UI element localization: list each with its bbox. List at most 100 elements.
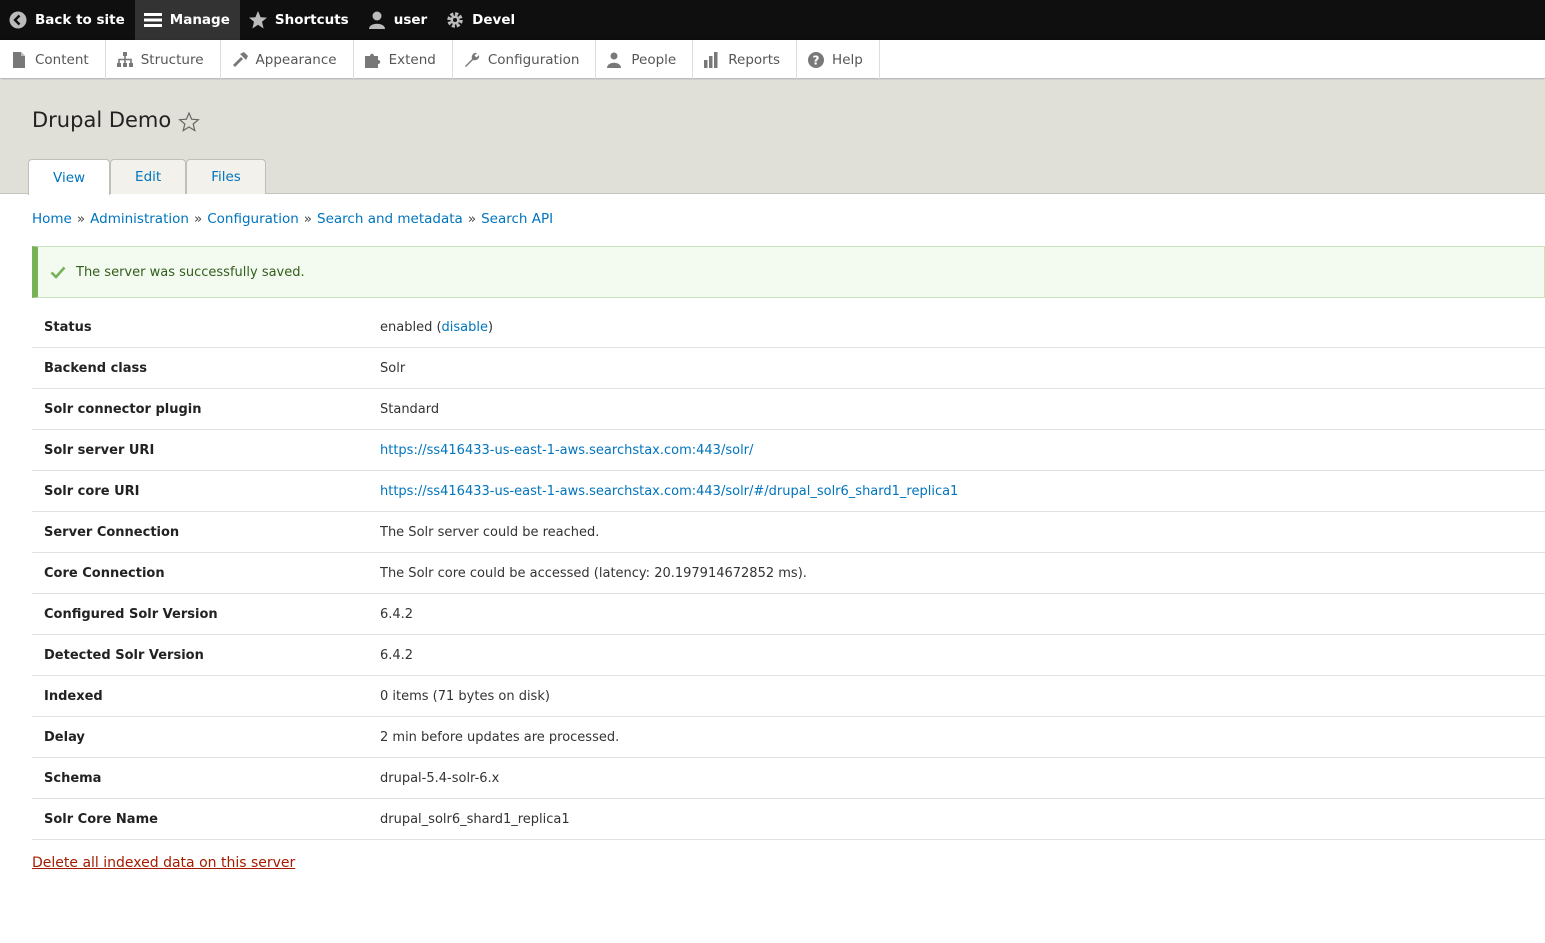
row-label: Detected Solr Version [44,647,204,663]
breadcrumb-home[interactable]: Home [32,211,72,227]
row-label: Schema [44,770,102,786]
table-row: Solr server URI https://ss416433-us-east… [32,430,1545,471]
row-value: Solr [380,360,406,376]
tab-edit[interactable]: Edit [110,159,187,194]
row-label: Solr server URI [44,442,155,458]
row-label: Backend class [44,360,147,376]
tray-item-reports[interactable]: Reports [693,40,798,79]
status-message-text: The server was successfully saved. [76,264,305,280]
toolbar-devel[interactable]: Devel [437,0,525,40]
tray-item-label: Extend [388,51,436,68]
row-label: Core Connection [44,565,165,581]
row-value: https://ss416433-us-east-1-aws.searchsta… [380,484,958,499]
toolbar-label: Back to site [35,12,125,28]
bar-chart-icon [703,51,721,69]
disable-link[interactable]: disable [442,320,488,335]
page-title: Drupal Demo [32,108,172,132]
breadcrumb-separator: » [76,211,86,227]
tray-item-label: Structure [140,51,204,68]
table-row: Solr connector plugin Standard [32,389,1545,430]
row-label: Delay [44,729,85,745]
row-value: The Solr server could be reached. [380,524,600,540]
table-row: Backend class Solr [32,348,1545,389]
svg-text:?: ? [813,53,820,67]
table-row: Schema drupal-5.4-solr-6.x [32,758,1545,799]
tray-item-extend[interactable]: Extend [354,40,453,79]
row-value: 6.4.2 [380,606,414,622]
table-row: Solr Core Name drupal_solr6_shard1_repli… [32,799,1545,840]
primary-tabs: View Edit Files [28,159,266,195]
tray-item-people[interactable]: People [596,40,694,79]
toolbar-user[interactable]: user [359,0,437,40]
question-icon: ? [807,51,825,69]
table-row: Status enabled (disable) [32,307,1545,348]
tab-files[interactable]: Files [186,159,266,194]
row-value: enabled (disable) [380,320,493,335]
table-row: Detected Solr Version 6.4.2 [32,635,1545,676]
row-value: Standard [380,401,440,417]
breadcrumb-search-api[interactable]: Search API [481,211,553,227]
document-icon [10,51,28,69]
star-icon [248,10,268,30]
puzzle-icon [364,51,382,69]
tray-item-label: Help [832,51,863,68]
toolbar-label: Devel [472,12,516,28]
paren-close: ) [488,319,494,335]
delete-all-indexed-data-link[interactable]: Delete all indexed data on this server [32,855,295,871]
tray-item-content[interactable]: Content [0,40,106,79]
person-icon [367,10,387,30]
sitemap-icon [116,51,134,69]
tray-item-label: Reports [728,51,781,68]
admin-toolbar: Back to site Manage Shortcuts user Devel [0,0,1545,40]
tray-item-configuration[interactable]: Configuration [453,40,597,79]
toolbar-back-to-site[interactable]: Back to site [0,0,135,40]
row-value: 6.4.2 [380,647,414,663]
solr-server-uri-link[interactable]: https://ss416433-us-east-1-aws.searchsta… [380,443,753,458]
row-label: Indexed [44,688,103,704]
breadcrumb: Home» Administration» Configuration» Search… [32,211,553,227]
table-row: Indexed 0 items (71 bytes on disk) [32,676,1545,717]
row-label: Solr Core Name [44,811,158,827]
tray-item-label: People [631,51,677,68]
shortcut-star-icon[interactable] [178,111,200,133]
tray-item-help[interactable]: ? Help [797,40,880,79]
breadcrumb-separator: » [467,211,477,227]
toolbar-shortcuts[interactable]: Shortcuts [240,0,359,40]
wrench-icon [463,51,481,69]
paintbrush-icon [231,51,249,69]
status-message: The server was successfully saved. [32,246,1545,298]
tab-view[interactable]: View [28,159,111,195]
breadcrumb-separator: » [193,211,203,227]
row-value: drupal_solr6_shard1_replica1 [380,811,570,827]
people-icon [606,51,624,69]
tray-item-label: Configuration [487,51,580,68]
row-value: 0 items (71 bytes on disk) [380,688,550,704]
tray-item-structure[interactable]: Structure [106,40,221,79]
hamburger-menu-icon [143,10,163,30]
back-arrow-icon [8,10,28,30]
row-label: Configured Solr Version [44,606,218,622]
tray-item-appearance[interactable]: Appearance [221,40,354,79]
solr-core-uri-link[interactable]: https://ss416433-us-east-1-aws.searchsta… [380,484,958,499]
row-label: Solr connector plugin [44,401,202,417]
table-row: Solr core URI https://ss416433-us-east-1… [32,471,1545,512]
toolbar-manage[interactable]: Manage [134,0,240,40]
admin-menu-tray: Content Structure Appearance Extend Conf… [0,40,1545,79]
breadcrumb-search-and-metadata[interactable]: Search and metadata [317,211,463,227]
status-text: enabled [380,319,433,335]
page-header: Drupal Demo View Edit Files [0,80,1545,195]
breadcrumb-administration[interactable]: Administration [90,211,189,227]
server-info-table: Status enabled (disable) Backend class S… [32,307,1545,840]
table-row: Delay 2 min before updates are processed… [32,717,1545,758]
row-value: 2 min before updates are processed. [380,729,620,745]
row-value: The Solr core could be accessed (latency… [380,565,807,581]
gear-icon [445,10,465,30]
table-row: Core Connection The Solr core could be a… [32,553,1545,594]
row-label: Server Connection [44,524,180,540]
breadcrumb-configuration[interactable]: Configuration [207,211,299,227]
row-value: drupal-5.4-solr-6.x [380,770,500,786]
tray-item-label: Content [35,51,89,68]
table-row: Configured Solr Version 6.4.2 [32,594,1545,635]
toolbar-label: Manage [169,12,230,28]
toolbar-label: Shortcuts [274,12,349,28]
